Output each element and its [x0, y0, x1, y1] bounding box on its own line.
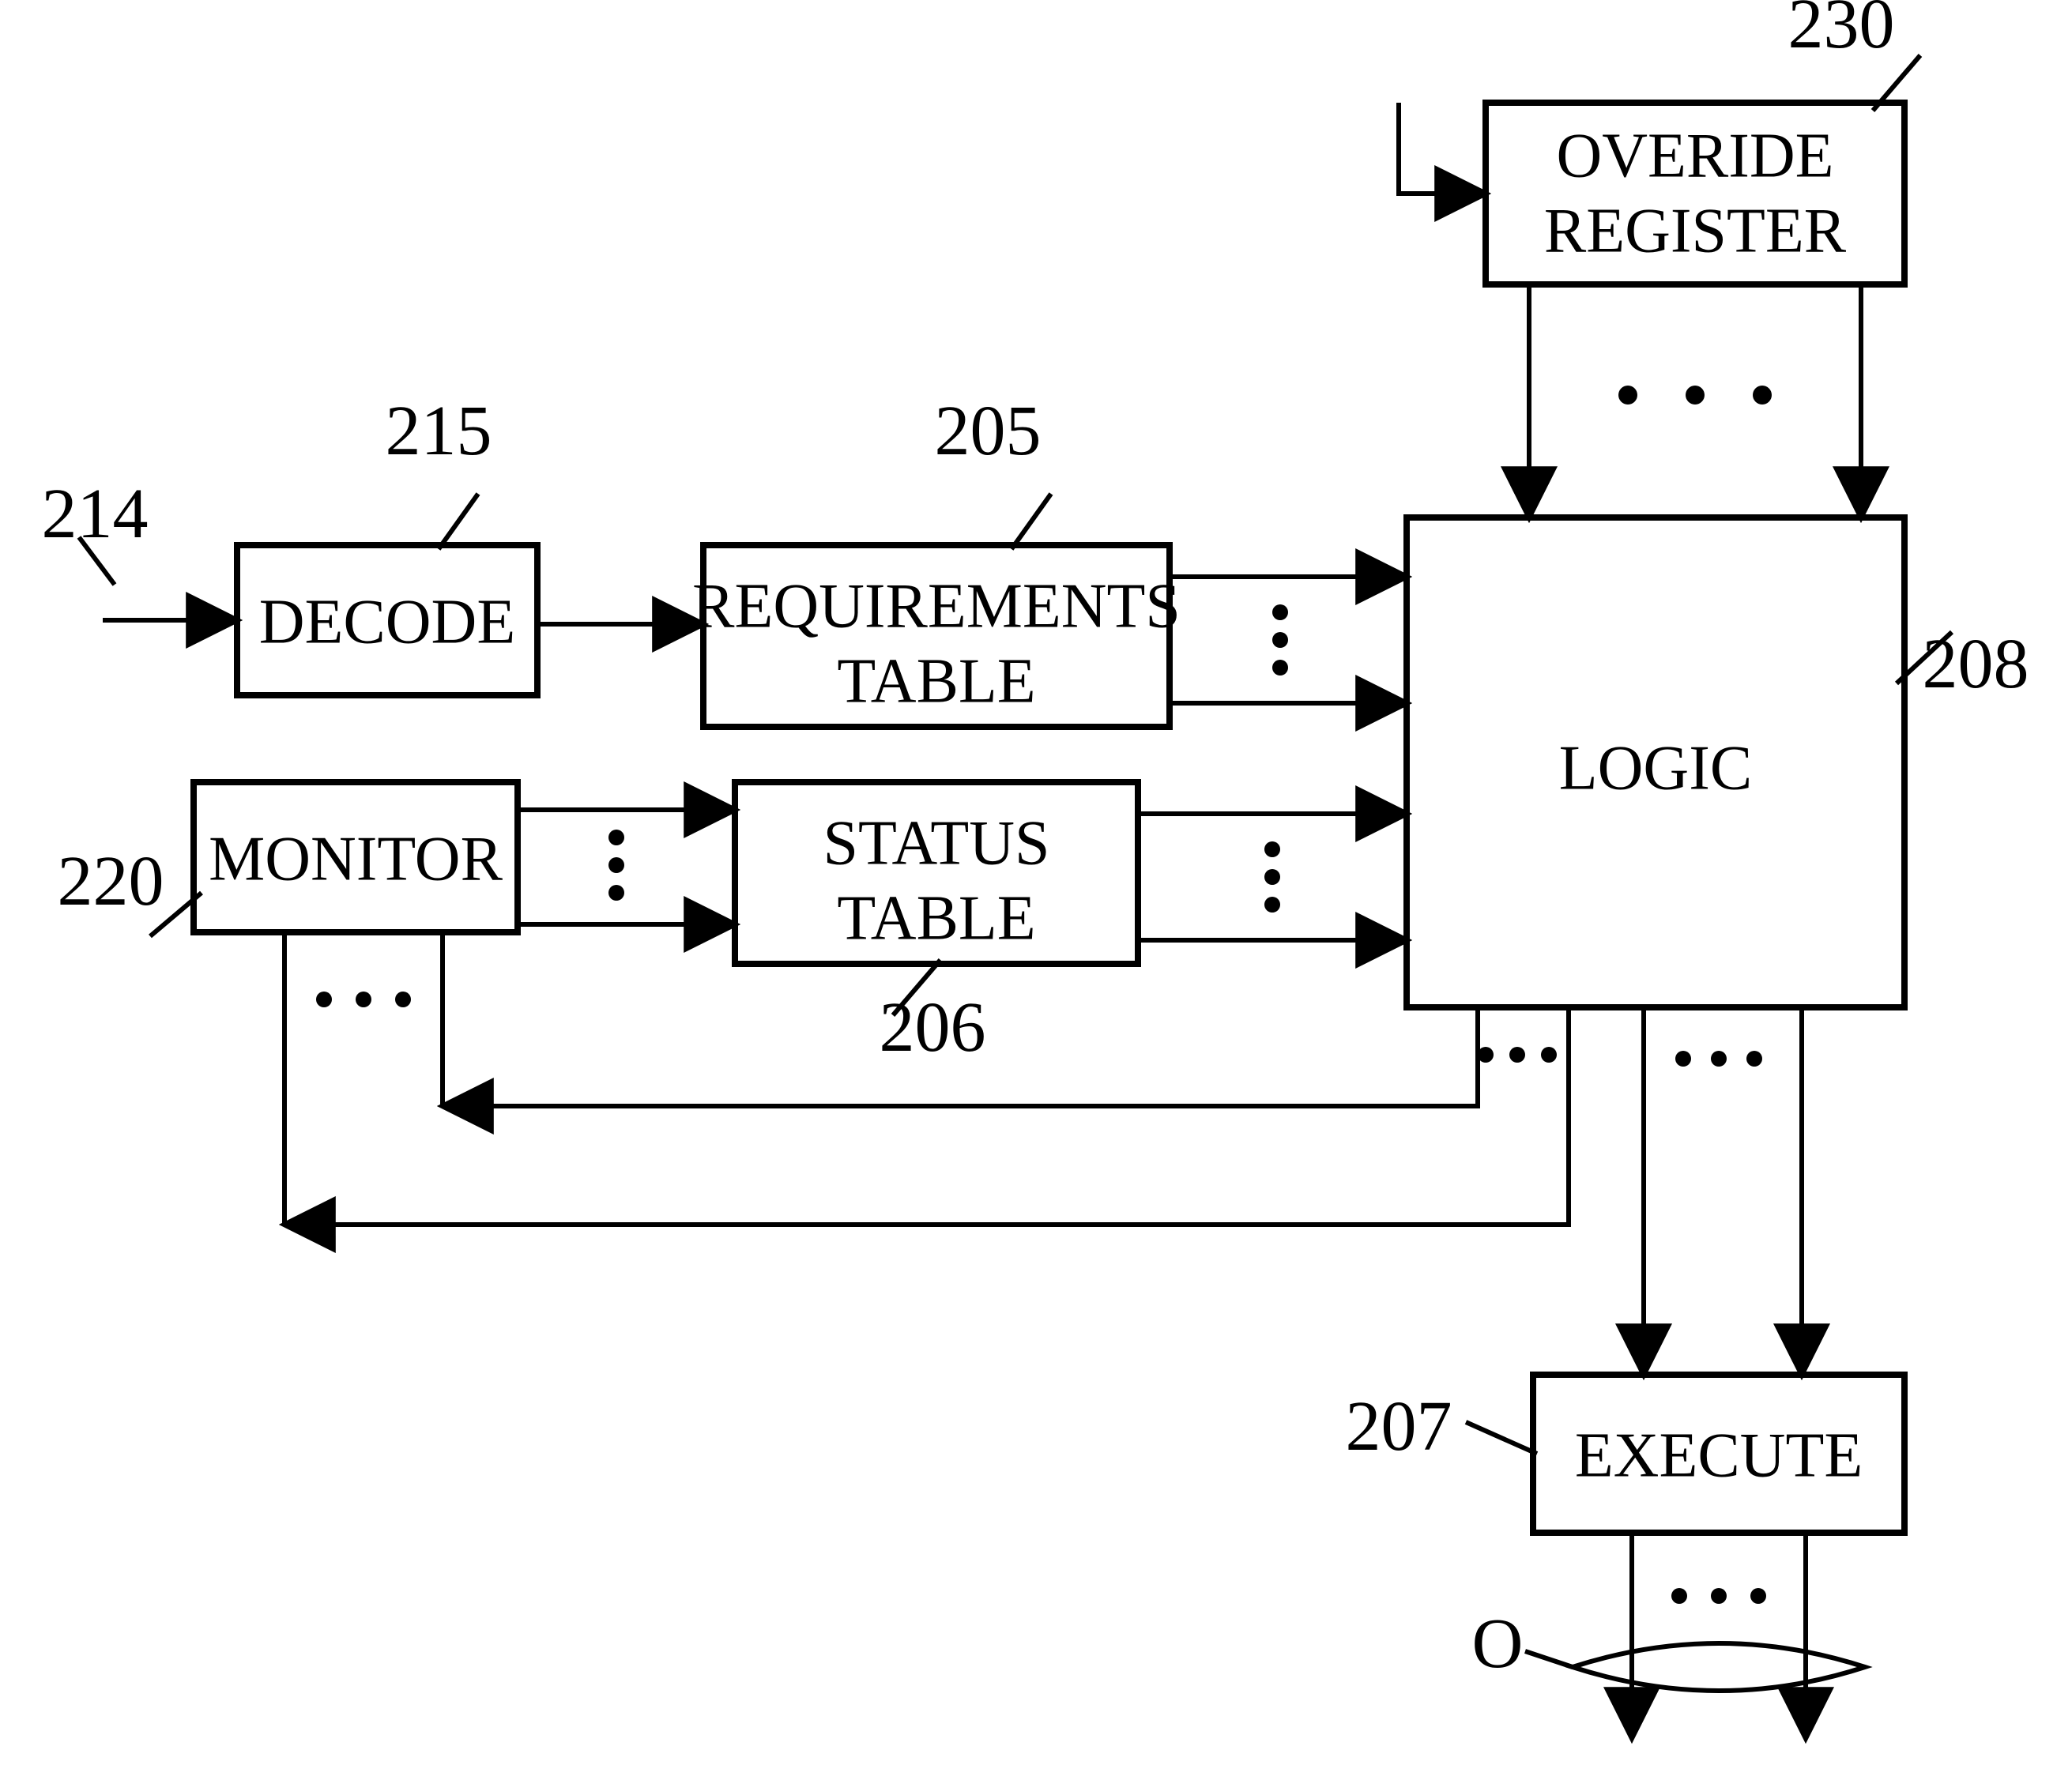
dots-stat-logic-1 — [1264, 841, 1280, 857]
dots-exec-out-2 — [1711, 1588, 1727, 1604]
requirements-ref-tick — [1012, 494, 1051, 549]
dots-ovr-logic-2 — [1686, 386, 1705, 405]
dots-logic-exec-2 — [1711, 1051, 1727, 1067]
input-214-label: 214 — [42, 475, 149, 553]
execute-label: EXECUTE — [1575, 1421, 1863, 1490]
dots-mon-stat-2 — [608, 857, 624, 873]
dots-ovr-logic-1 — [1618, 386, 1637, 405]
override-ref-label: 230 — [1788, 0, 1895, 63]
dots-feedback-2 — [1509, 1047, 1525, 1063]
dots-req-logic-3 — [1272, 660, 1288, 676]
monitor-ref-label: 220 — [58, 842, 164, 920]
output-o-tick — [1525, 1651, 1573, 1667]
status-label-1: STATUS — [823, 808, 1050, 878]
status-ref-label: 206 — [880, 988, 986, 1067]
requirements-label-1: REQUIREMENTS — [692, 571, 1181, 641]
dots-exec-out-1 — [1671, 1588, 1687, 1604]
dots-req-logic-2 — [1272, 632, 1288, 648]
logic-label: LOGIC — [1559, 733, 1752, 803]
dots-feedback-3 — [1541, 1047, 1557, 1063]
override-register-label-2: REGISTER — [1544, 196, 1847, 265]
execute-ref-label: 207 — [1346, 1387, 1452, 1466]
dots-feedback-1 — [1478, 1047, 1494, 1063]
dots-mon-stat-1 — [608, 830, 624, 845]
override-input-arrow — [1399, 103, 1486, 194]
dots-logic-exec-3 — [1746, 1051, 1762, 1067]
monitor-label: MONITOR — [209, 824, 503, 894]
dots-exec-out-3 — [1750, 1588, 1766, 1604]
logic-ref-label: 208 — [1923, 625, 2029, 703]
decode-ref-tick — [439, 494, 478, 549]
dots-monitor-fb-2 — [356, 992, 371, 1007]
dots-stat-logic-2 — [1264, 869, 1280, 885]
output-o-label: O — [1472, 1605, 1524, 1683]
status-label-2: TABLE — [837, 883, 1035, 953]
dots-monitor-fb-3 — [395, 992, 411, 1007]
decode-ref-label: 215 — [386, 392, 492, 470]
diagram-canvas: OVERIDE REGISTER 230 LOGIC 208 DECODE 21… — [0, 0, 2072, 1765]
dots-ovr-logic-3 — [1753, 386, 1772, 405]
override-register-label-1: OVERIDE — [1556, 121, 1833, 190]
dots-stat-logic-3 — [1264, 897, 1280, 913]
dots-monitor-fb-1 — [316, 992, 332, 1007]
output-ellipse — [1573, 1643, 1865, 1691]
dots-req-logic-1 — [1272, 604, 1288, 620]
dots-mon-stat-3 — [608, 885, 624, 901]
dots-logic-exec-1 — [1675, 1051, 1691, 1067]
requirements-label-2: TABLE — [837, 646, 1035, 716]
execute-ref-tick — [1466, 1422, 1537, 1454]
decode-label: DECODE — [259, 587, 515, 657]
requirements-ref-label: 205 — [935, 392, 1042, 470]
